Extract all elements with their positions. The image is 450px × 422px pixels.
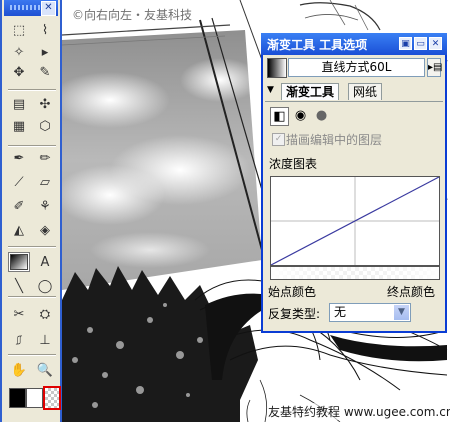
collapse-arrow-icon[interactable]: ▼ — [267, 85, 274, 95]
move-tool[interactable]: ✥ — [8, 62, 30, 82]
blend-tool[interactable]: ◈ — [34, 220, 56, 240]
zoom-tool[interactable]: 🔍 — [34, 360, 56, 380]
edit-layer-checkbox[interactable]: ✓ — [272, 133, 285, 146]
toolbox-divider — [8, 354, 56, 356]
repeat-type-label: 反复类型: — [268, 307, 321, 321]
tone-tool[interactable]: ✂ — [8, 304, 30, 324]
circular-gradient-button[interactable]: ◉ — [291, 107, 310, 126]
hand-tool[interactable]: ✋ — [8, 360, 30, 380]
density-graph[interactable] — [270, 176, 440, 266]
gradient-preview-icon[interactable] — [267, 58, 287, 78]
grid-tool[interactable]: ▦ — [8, 116, 30, 136]
lasso-tool[interactable]: ⌇ — [34, 20, 56, 40]
toolbox: ✕ ⬚ ⌇ ✧ ▸ ✥ ✎ ▤ ✣ ▦ ⬡ ✒ ✏ ⟋ ▱ ✐ ⚘ ◭ ◈ A ╲ ◯ ✂ ⛭ ⎎ ⊥ ✋ 🔍 — [0, 0, 62, 422]
watermark-bottom: 友基特约教程 www.ugee.com.cn — [268, 403, 450, 420]
edit-layer-label: 描画编辑中的图层 — [286, 133, 383, 147]
panel-tabs: ▼ 渐变工具 网纸 — [265, 83, 443, 102]
foreground-color-swatch[interactable] — [9, 388, 26, 408]
gradient-ramp[interactable] — [270, 266, 440, 280]
marker-tool[interactable]: ✐ — [8, 196, 30, 216]
frame-tool[interactable]: ⛭ — [34, 304, 56, 324]
close-icon[interactable]: ✕ — [41, 1, 56, 16]
elliptical-gradient-button[interactable]: ● — [312, 107, 331, 126]
toolbox-divider — [8, 89, 56, 91]
repeat-type-select[interactable]: 无 ▼ — [329, 303, 411, 322]
transform-tool[interactable]: ⬡ — [34, 116, 56, 136]
text-tool[interactable]: A — [34, 252, 56, 272]
stamp-tool[interactable]: ⊥ — [34, 330, 56, 350]
eyedropper-tool[interactable]: ✎ — [34, 62, 56, 82]
pencil-tool[interactable]: ✏ — [34, 148, 56, 168]
dock-icon[interactable]: ▣ — [399, 37, 412, 50]
fill-tool[interactable]: ◭ — [8, 220, 30, 240]
line-tool[interactable]: ╲ — [8, 276, 30, 296]
toolbox-divider — [8, 296, 56, 298]
preset-menu-icon[interactable]: ▸▤ — [427, 58, 442, 77]
panel-titlebar[interactable]: 渐变工具 工具选项 ▣ ▭ ✕ — [261, 33, 447, 55]
airbrush-tool[interactable]: ⚘ — [34, 196, 56, 216]
transparent-color-swatch[interactable] — [43, 386, 61, 410]
hand-pan-tool[interactable]: ✣ — [34, 94, 56, 114]
pen-tool[interactable]: ✒ — [8, 148, 30, 168]
toolbox-divider — [8, 246, 56, 248]
tool-options-panel: 渐变工具 工具选项 ▣ ▭ ✕ 直线方式60L ▸▤ ▼ 渐变工具 网纸 ◧ ◉… — [261, 33, 447, 333]
start-color-label: 始点颜色 — [268, 285, 317, 299]
panel-title: 渐变工具 工具选项 — [267, 38, 368, 52]
toolbox-divider — [8, 145, 56, 147]
end-color-label: 终点颜色 — [387, 285, 436, 299]
minimize-icon[interactable]: ▭ — [414, 37, 427, 50]
close-icon[interactable]: ✕ — [429, 37, 442, 50]
tab-screentone[interactable]: 网纸 — [348, 83, 383, 100]
path-select-tool[interactable]: ▸ — [34, 42, 56, 62]
linear-gradient-button[interactable]: ◧ — [270, 107, 289, 126]
tab-gradient-tool[interactable]: 渐变工具 — [281, 83, 340, 100]
preset-selector[interactable]: 直线方式60L — [288, 58, 425, 77]
ellipse-tool[interactable]: ◯ — [34, 276, 56, 296]
gradient-icon — [10, 254, 28, 270]
magic-wand-tool[interactable]: ✧ — [8, 42, 30, 62]
toolbox-titlebar[interactable]: ✕ — [4, 0, 58, 16]
correction-tool[interactable]: ⎎ — [8, 330, 30, 350]
density-chart-label: 浓度图表 — [269, 157, 318, 171]
rect-marquee-tool[interactable]: ⬚ — [8, 20, 30, 40]
repeat-type-value: 无 — [334, 305, 347, 319]
chevron-down-icon[interactable]: ▼ — [394, 305, 409, 320]
watermark-top: ©向右向左・友基科技 — [72, 8, 193, 22]
layer-adjust-tool[interactable]: ▤ — [8, 94, 30, 114]
gradient-tool[interactable] — [8, 252, 30, 272]
eraser-tool[interactable]: ▱ — [34, 172, 56, 192]
background-color-swatch[interactable] — [26, 388, 43, 408]
brush-tool[interactable]: ⟋ — [8, 172, 30, 192]
